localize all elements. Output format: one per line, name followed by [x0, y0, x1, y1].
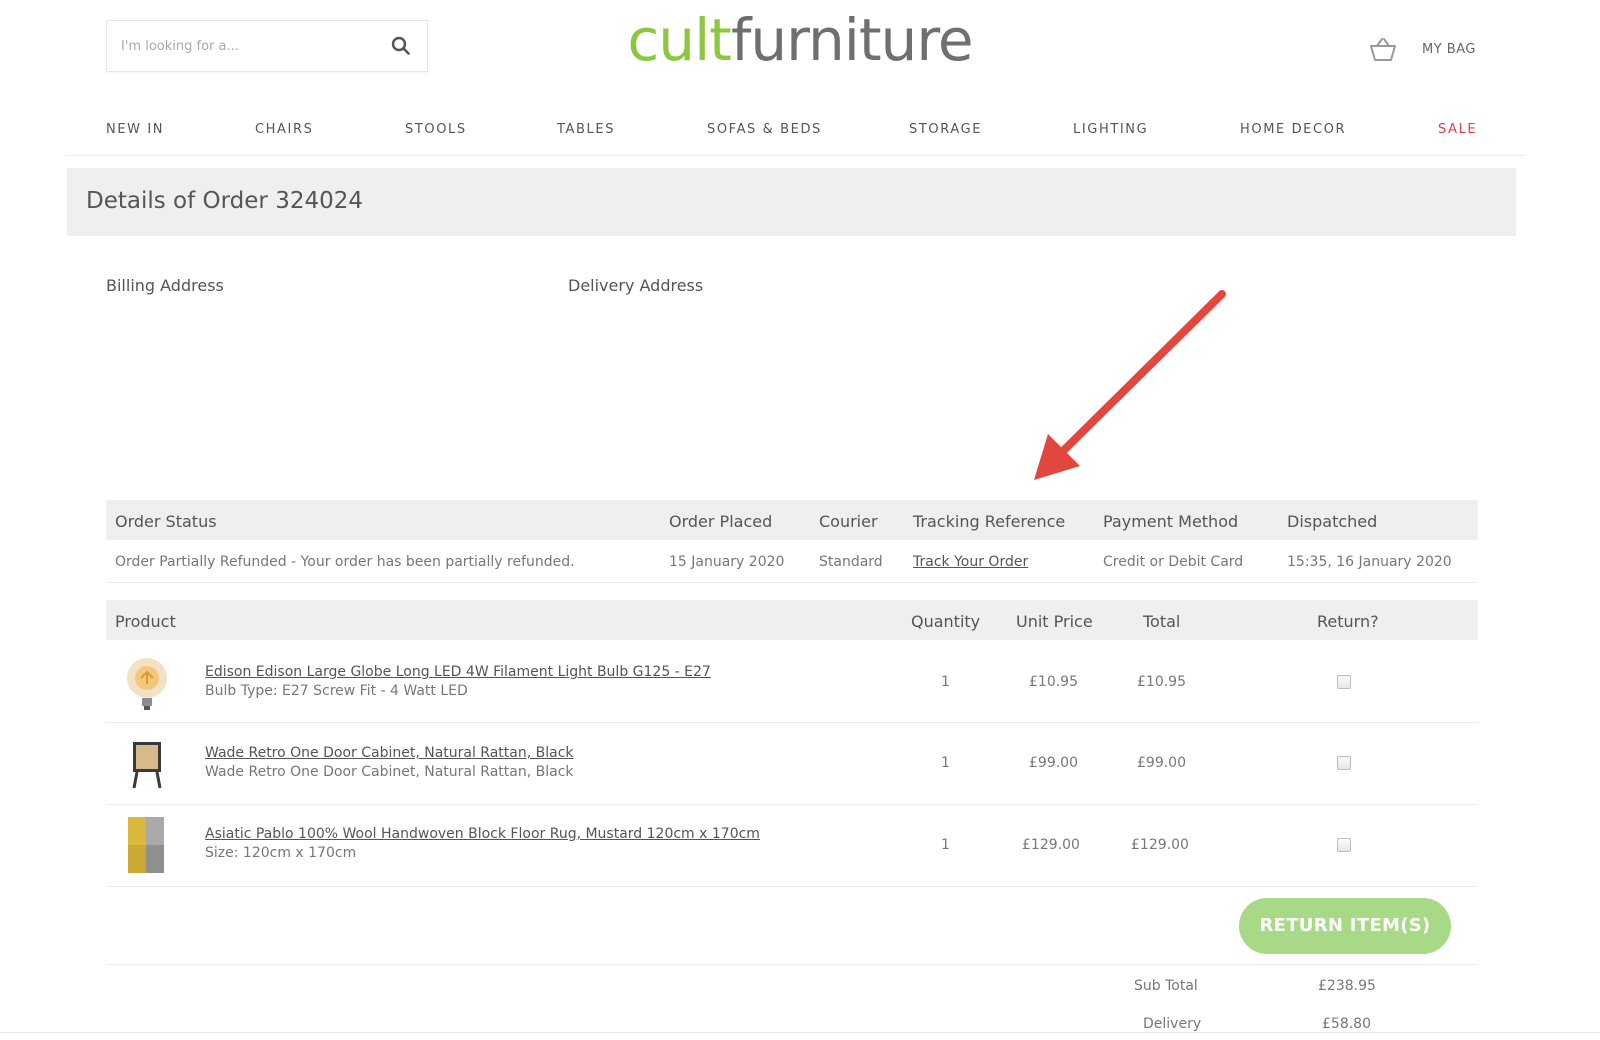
nav-sofas-beds[interactable]: SOFAS & BEDS — [707, 122, 822, 137]
nav-home-decor[interactable]: HOME DECOR — [1240, 122, 1346, 137]
dispatched-value: 15:35, 16 January 2020 — [1287, 554, 1452, 570]
products-table-header: Product Quantity Unit Price Total Return… — [106, 600, 1478, 640]
nav-storage[interactable]: STORAGE — [909, 122, 982, 137]
billing-address-label: Billing Address — [106, 276, 224, 295]
total-value: £10.95 — [1137, 674, 1186, 690]
payment-method-value: Credit or Debit Card — [1103, 554, 1244, 570]
arrow-annotation — [1034, 290, 1226, 480]
nav-stools[interactable]: STOOLS — [405, 122, 467, 137]
header-dispatched: Dispatched — [1287, 512, 1378, 531]
row-divider — [106, 964, 1478, 965]
search-box — [106, 20, 428, 72]
order-status-value: Order Partially Refunded - Your order ha… — [115, 554, 575, 570]
row-divider — [106, 886, 1478, 887]
search-input[interactable] — [107, 21, 377, 71]
delivery-address-label: Delivery Address — [568, 276, 704, 295]
product-thumbnail-cabinet — [132, 742, 162, 789]
nav-tables[interactable]: TABLES — [557, 122, 615, 137]
product-thumbnail-rug — [128, 817, 164, 873]
total-value: £99.00 — [1137, 755, 1186, 771]
product-thumbnail-bulb — [127, 658, 167, 710]
header-tracking-reference: Tracking Reference — [913, 512, 1066, 531]
page-title: Details of Order 324024 — [86, 188, 363, 214]
product-variant: Bulb Type: E27 Screw Fit - 4 Watt LED — [205, 683, 468, 699]
header-product: Product — [115, 612, 176, 631]
product-link[interactable]: Edison Edison Large Globe Long LED 4W Fi… — [205, 664, 711, 680]
order-placed-value: 15 January 2020 — [669, 554, 785, 570]
row-divider — [106, 804, 1478, 805]
search-icon — [391, 36, 410, 55]
product-variant: Size: 120cm x 170cm — [205, 845, 357, 861]
return-checkbox[interactable] — [1337, 838, 1351, 852]
header-order-placed: Order Placed — [669, 512, 773, 531]
quantity-value: 1 — [941, 837, 950, 853]
quantity-value: 1 — [941, 755, 950, 771]
main-nav: NEW IN CHAIRS STOOLS TABLES SOFAS & BEDS… — [65, 112, 1525, 156]
header-total: Total — [1143, 612, 1181, 631]
track-order-link[interactable]: Track Your Order — [913, 554, 1028, 570]
order-title-band: Details of Order 324024 — [67, 168, 1516, 236]
subtotal-label: Sub Total — [1134, 978, 1198, 994]
logo-part-furniture: furniture — [730, 6, 974, 74]
nav-sale[interactable]: SALE — [1438, 122, 1477, 137]
nav-lighting[interactable]: LIGHTING — [1073, 122, 1148, 137]
header-courier: Courier — [819, 512, 878, 531]
nav-chairs[interactable]: CHAIRS — [255, 122, 313, 137]
unit-price-value: £10.95 — [1029, 674, 1078, 690]
delivery-value: £58.80 — [1322, 1016, 1371, 1032]
row-divider — [106, 722, 1478, 723]
subtotal-value: £238.95 — [1318, 978, 1376, 994]
row-divider — [106, 582, 1478, 583]
header-payment-method: Payment Method — [1103, 512, 1239, 531]
header-return: Return? — [1317, 612, 1379, 631]
delivery-label: Delivery — [1143, 1016, 1202, 1032]
return-checkbox[interactable] — [1337, 675, 1351, 689]
courier-value: Standard — [819, 554, 883, 570]
product-link[interactable]: Asiatic Pablo 100% Wool Handwoven Block … — [205, 826, 760, 842]
basket-icon[interactable] — [1368, 36, 1398, 64]
return-checkbox[interactable] — [1337, 756, 1351, 770]
status-table-header: Order Status Order Placed Courier Tracki… — [106, 500, 1478, 540]
my-bag-link[interactable]: MY BAG — [1422, 42, 1476, 57]
total-value: £129.00 — [1131, 837, 1189, 853]
header-quantity: Quantity — [911, 612, 981, 631]
header-order-status: Order Status — [115, 512, 217, 531]
unit-price-value: £99.00 — [1029, 755, 1078, 771]
product-link[interactable]: Wade Retro One Door Cabinet, Natural Rat… — [205, 745, 574, 761]
nav-new-in[interactable]: NEW IN — [106, 122, 164, 137]
header-unit-price: Unit Price — [1016, 612, 1093, 631]
logo-part-cult: cult — [627, 6, 732, 74]
search-button[interactable] — [375, 21, 427, 71]
quantity-value: 1 — [941, 674, 950, 690]
product-variant: Wade Retro One Door Cabinet, Natural Rat… — [205, 764, 574, 780]
logo[interactable]: cultfurniture — [600, 0, 1000, 80]
page-bottom-divider — [0, 1032, 1600, 1033]
return-items-button[interactable]: RETURN ITEM(S) — [1239, 898, 1451, 954]
unit-price-value: £129.00 — [1022, 837, 1080, 853]
